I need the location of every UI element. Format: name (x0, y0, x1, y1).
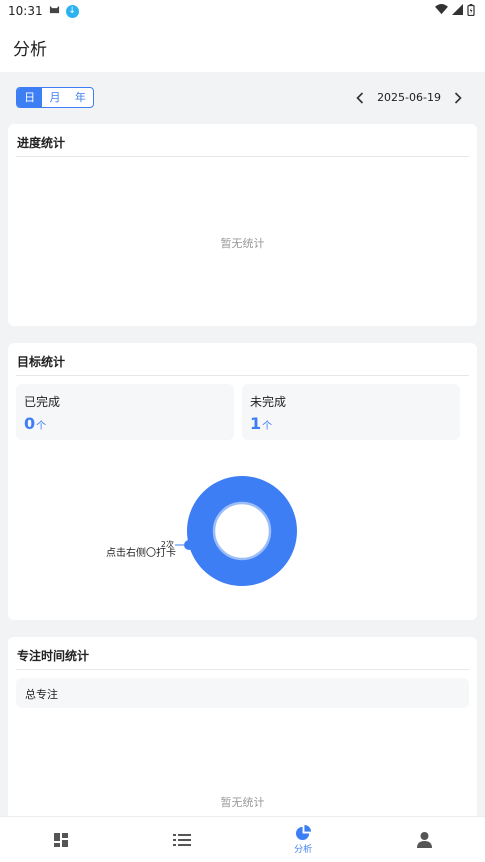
focus-empty-text: 暂无统计 (220, 796, 265, 809)
status-time: 10:31 (8, 4, 43, 18)
uncompleted-count: 1 (250, 414, 262, 433)
period-segmented-control: 日 月 年 (16, 87, 94, 108)
nav-profile[interactable] (364, 817, 485, 862)
progress-empty-text: 暂无统计 (220, 237, 265, 250)
signal-icon (452, 4, 463, 18)
completed-value: 0个 (24, 414, 46, 433)
chevron-right-icon[interactable] (451, 91, 465, 105)
completed-count: 0 (24, 414, 36, 433)
progress-card-title: 进度统计 (17, 136, 66, 150)
list-icon (172, 833, 191, 846)
total-focus-box: 总专注 (16, 678, 469, 708)
segment-year[interactable]: 年 (68, 88, 93, 107)
segment-month[interactable]: 月 (42, 88, 67, 107)
focus-card-title: 专注时间统计 (17, 649, 90, 663)
current-date[interactable]: 2025-06-19 (377, 91, 441, 104)
divider (16, 669, 469, 670)
segment-day[interactable]: 日 (17, 88, 43, 107)
divider (16, 375, 469, 376)
uncompleted-label: 未完成 (250, 395, 287, 409)
total-focus-label: 总专注 (25, 688, 58, 701)
page-title: 分析 (13, 39, 47, 60)
date-navigator: 2025-06-19 (353, 87, 465, 108)
completed-stat-box: 已完成 0个 (16, 384, 234, 440)
uncompleted-value: 1个 (250, 414, 272, 433)
goal-card-title: 目标统计 (17, 355, 66, 369)
nav-dashboard[interactable] (0, 817, 121, 862)
uncompleted-unit: 个 (262, 421, 273, 432)
cat-notification-icon (49, 4, 60, 18)
pie-chart-icon (295, 824, 311, 840)
goal-stats-card: 目标统计 已完成 0个 未完成 1个 点击右侧〇打卡 2次 (8, 343, 477, 620)
completed-label: 已完成 (24, 395, 61, 409)
app-bar: 分析 (0, 22, 485, 72)
dashboard-icon (53, 832, 68, 847)
bottom-navigation: 分析 (0, 816, 485, 862)
label-marker (184, 540, 194, 550)
person-icon (416, 832, 432, 848)
goal-pie-chart: 点击右侧〇打卡2次 (106, 476, 297, 586)
nav-list[interactable] (121, 817, 242, 862)
wifi-icon (435, 4, 448, 18)
data-label: 2次 (161, 539, 174, 549)
chevron-left-icon[interactable] (353, 91, 367, 105)
battery-icon (467, 3, 475, 19)
donut-inner-ring (212, 501, 272, 561)
download-icon: ↓ (65, 4, 79, 18)
uncompleted-stat-box: 未完成 1个 (242, 384, 460, 440)
divider (16, 156, 469, 157)
nav-analysis[interactable]: 分析 (243, 817, 364, 862)
content-area[interactable]: 日 月 年 2025-06-19 进度统计 暂无统计 目标统计 已完成 0个 未… (0, 72, 485, 816)
completed-unit: 个 (36, 421, 47, 432)
status-bar: 10:31 ↓ (0, 0, 485, 22)
focus-time-stats-card: 专注时间统计 总专注 暂无统计 (8, 637, 477, 816)
progress-stats-card: 进度统计 暂无统计 (8, 124, 477, 326)
nav-analysis-label: 分析 (294, 844, 313, 855)
filter-row: 日 月 年 2025-06-19 (16, 87, 469, 109)
